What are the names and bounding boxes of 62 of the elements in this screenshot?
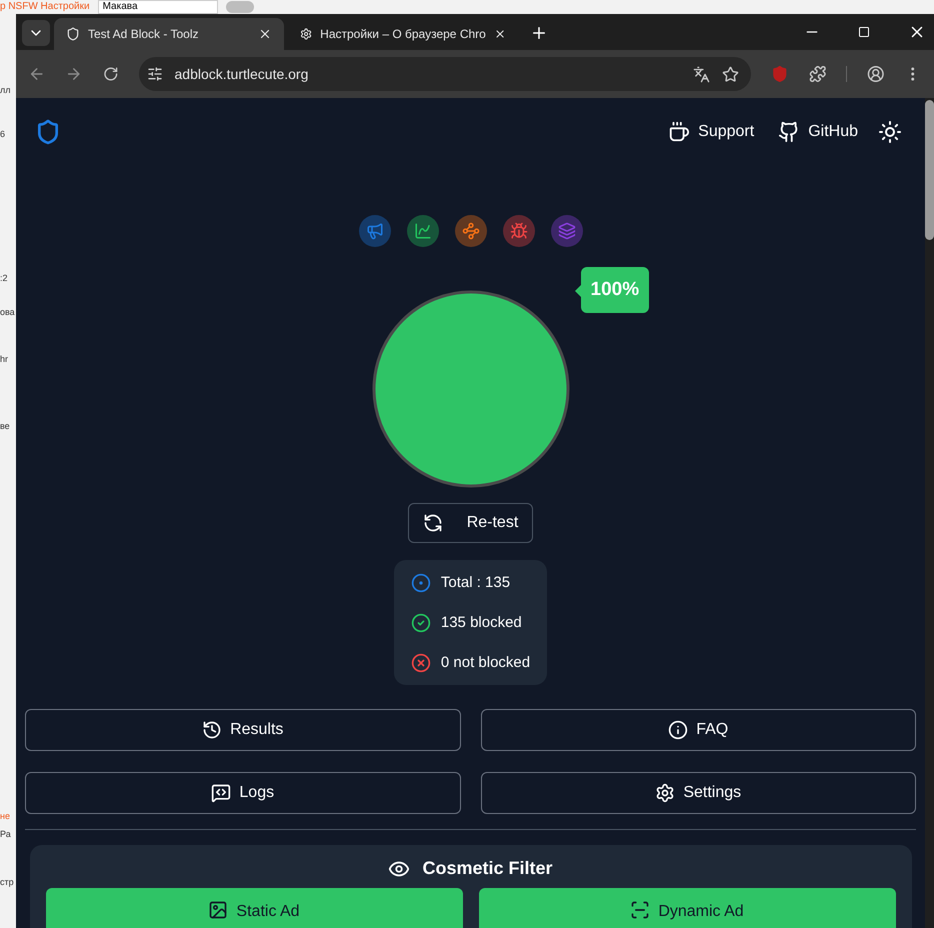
back-icon[interactable]	[28, 65, 46, 83]
image-icon	[208, 900, 228, 920]
tab-title: Настройки – О браузере Chro	[320, 26, 486, 43]
text-fragment: Ра	[0, 828, 11, 840]
github-link[interactable]: GitHub	[778, 120, 858, 144]
category-badge[interactable]	[454, 215, 486, 248]
url-text: adblock.turtlecute.org	[174, 64, 310, 84]
target-icon	[410, 572, 431, 593]
action-button[interactable]: Logs	[25, 772, 460, 814]
message-icon	[211, 783, 232, 804]
category-badge[interactable]	[550, 215, 582, 248]
coffee-icon	[668, 120, 690, 143]
category-badge[interactable]	[502, 215, 534, 248]
browser-tab[interactable]: Test Ad Block - Toolz	[54, 18, 284, 50]
filter-button[interactable]: Dynamic Ad	[478, 888, 896, 928]
filter-button[interactable]: Static Ad	[46, 888, 462, 928]
category-badge[interactable]	[406, 215, 438, 248]
profile-icon[interactable]	[867, 65, 884, 83]
tab-list-button[interactable]	[22, 20, 50, 46]
new-tab-icon[interactable]	[530, 24, 548, 42]
refresh-icon	[422, 513, 443, 534]
theme-toggle-icon[interactable]	[878, 120, 902, 144]
history-icon	[202, 720, 222, 740]
browser-tab[interactable]: Настройки – О браузере Chro	[288, 18, 518, 50]
translate-icon[interactable]	[693, 66, 710, 82]
action-button[interactable]: Settings	[480, 772, 916, 814]
text-fragment: стр	[0, 876, 14, 888]
extensions-icon[interactable]	[808, 65, 826, 83]
x-circle-icon	[410, 652, 431, 673]
reload-icon[interactable]	[102, 66, 119, 82]
scan-icon	[630, 900, 650, 920]
address-bar[interactable]: adblock.turtlecute.org	[138, 57, 752, 91]
bookmark-star-icon[interactable]	[722, 66, 740, 82]
support-link[interactable]: Support	[668, 120, 754, 144]
info-icon	[668, 720, 688, 740]
action-button[interactable]: FAQ	[480, 709, 916, 752]
settings-icon	[300, 27, 312, 41]
category-badge[interactable]	[358, 215, 390, 248]
action-button[interactable]: Results	[25, 709, 460, 752]
shield-icon	[66, 27, 80, 41]
check-circle-icon	[410, 612, 431, 633]
text-fragment: ве	[0, 420, 10, 432]
text-fragment: лл	[0, 84, 11, 96]
stat-text: 135 blocked	[440, 613, 522, 634]
search-field[interactable]: Макава	[98, 0, 218, 14]
stat-text: 0 not blocked	[440, 653, 530, 674]
stat-text: Total : 135	[440, 573, 510, 594]
text-fragment: :2	[0, 272, 8, 284]
panel-title: Cosmetic Filter	[422, 857, 553, 880]
site-info-icon[interactable]	[146, 66, 163, 82]
toggle-switch[interactable]	[226, 1, 254, 13]
settings-icon	[655, 783, 676, 804]
text-fragment: не	[0, 810, 10, 822]
score-tooltip: 100%	[580, 267, 650, 314]
text-fragment: 6	[0, 128, 6, 140]
retest-button[interactable]: Re-test	[408, 503, 534, 544]
text-fragment: hr	[0, 353, 8, 365]
text-fragment: ова	[0, 306, 15, 318]
site-logo-icon[interactable]	[35, 118, 61, 145]
maximize-icon[interactable]	[858, 26, 870, 38]
tab-title: Test Ad Block - Toolz	[88, 26, 200, 43]
close-tab-icon[interactable]	[258, 27, 272, 41]
